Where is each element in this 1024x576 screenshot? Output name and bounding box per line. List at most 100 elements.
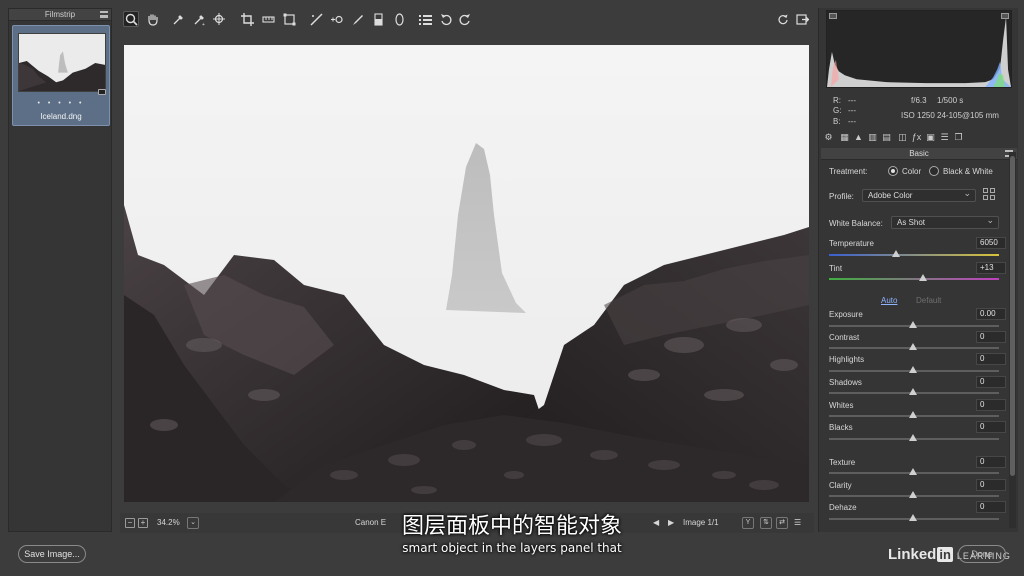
highlights-slider-knob[interactable] <box>909 366 917 373</box>
aperture: f/6.3 <box>911 96 927 105</box>
shadows-label: Shadows <box>829 378 862 387</box>
shadow-clipping-icon[interactable] <box>829 13 837 19</box>
b-label: B: <box>833 117 841 126</box>
adjustment-brush-icon[interactable] <box>349 11 365 27</box>
scrollbar-thumb[interactable] <box>1010 156 1015 476</box>
straighten-icon[interactable] <box>260 11 276 27</box>
presets-tab-icon[interactable]: ☰ <box>939 132 950 143</box>
shutter-speed: 1/500 s <box>937 96 964 105</box>
hsl-tab-icon[interactable]: ▥ <box>867 132 878 143</box>
temperature-slider-knob[interactable] <box>892 250 900 257</box>
temperature-value[interactable]: 6050 <box>976 237 1006 249</box>
blacks-value[interactable]: 0 <box>976 421 1006 433</box>
contrast-value[interactable]: 0 <box>976 331 1006 343</box>
tone-curve-tab-icon[interactable]: ▦ <box>839 132 850 143</box>
exposure-slider-knob[interactable] <box>909 321 917 328</box>
clarity-slider-knob[interactable] <box>909 491 917 498</box>
auto-link[interactable]: Auto <box>881 296 897 305</box>
treatment-bw-label: Black & White <box>943 167 993 176</box>
exposure-value[interactable]: 0.00 <box>976 308 1006 320</box>
tint-value[interactable]: +13 <box>976 262 1006 274</box>
shadows-value[interactable]: 0 <box>976 376 1006 388</box>
default-link[interactable]: Default <box>916 296 941 305</box>
presets-list-icon[interactable] <box>417 11 433 27</box>
blacks-slider-knob[interactable] <box>909 434 917 441</box>
radial-filter-icon[interactable] <box>391 11 407 27</box>
contrast-label: Contrast <box>829 333 860 342</box>
texture-value[interactable]: 0 <box>976 456 1006 468</box>
lens-corrections-tab-icon[interactable]: ◫ <box>897 132 908 143</box>
rating-dots[interactable]: • • • • • <box>13 100 109 107</box>
profile-label: Profile: <box>829 192 854 201</box>
shadows-slider-knob[interactable] <box>909 388 917 395</box>
r-label: R: <box>833 96 841 105</box>
highlight-clipping-icon[interactable] <box>1001 13 1009 19</box>
lens-info: 24-105@105 mm <box>937 111 999 120</box>
split-toning-tab-icon[interactable]: ▤ <box>881 132 892 143</box>
image-preview-area[interactable] <box>120 42 814 508</box>
color-sampler-icon[interactable]: + <box>191 11 207 27</box>
adjusted-badge-icon <box>98 89 106 95</box>
whites-label: Whites <box>829 401 854 410</box>
snapshots-tab-icon[interactable]: ❐ <box>953 132 964 143</box>
whites-slider-knob[interactable] <box>909 411 917 418</box>
panel-scrollbar[interactable] <box>1009 152 1016 528</box>
clarity-value[interactable]: 0 <box>976 479 1006 491</box>
filmstrip-panel: Filmstrip • • • • • Iceland.dng <box>8 8 112 532</box>
temperature-slider-track[interactable] <box>829 254 999 256</box>
thumbnail-filename: Iceland.dng <box>40 112 82 121</box>
sync-icon[interactable] <box>774 11 790 27</box>
highlights-value[interactable]: 0 <box>976 353 1006 365</box>
treatment-color-label: Color <box>902 167 922 176</box>
treatment-label: Treatment: <box>829 167 868 176</box>
profile-select[interactable]: Adobe Color <box>862 188 976 202</box>
white-balance-icon[interactable] <box>170 11 186 27</box>
b-value: --- <box>848 117 856 126</box>
filmstrip-thumbnail[interactable]: • • • • • Iceland.dng <box>12 25 110 126</box>
svg-text:+: + <box>202 22 205 26</box>
basic-tab-icon[interactable]: ⚙ <box>823 132 834 143</box>
detail-tab-icon[interactable]: ▲ <box>853 132 864 143</box>
spot-removal-icon[interactable] <box>308 11 324 27</box>
rotate-ccw-icon[interactable] <box>438 11 454 27</box>
calibration-tab-icon[interactable]: ▣ <box>925 132 936 143</box>
hand-icon[interactable] <box>144 11 160 27</box>
g-value: --- <box>848 106 856 115</box>
subtitle-chinese: 图层面板中的智能对象 <box>401 514 622 539</box>
graduated-filter-icon[interactable] <box>370 11 386 27</box>
targeted-adjustment-icon[interactable] <box>211 11 227 27</box>
panel-tabs: ⚙ ▦ ▲ ▥ ▤ ◫ ƒx ▣ ☰ ❐ <box>821 130 1017 146</box>
whites-value[interactable]: 0 <box>976 399 1006 411</box>
texture-label: Texture <box>829 458 856 467</box>
filmstrip-header: Filmstrip <box>9 9 111 21</box>
exposure-label: Exposure <box>829 310 863 319</box>
effects-tab-icon[interactable]: ƒx <box>911 132 922 143</box>
tint-label: Tint <box>829 264 843 273</box>
white-balance-label: White Balance: <box>829 219 883 228</box>
preview-photo <box>124 45 809 502</box>
zoom-icon[interactable] <box>123 11 139 27</box>
toolbar: + <box>120 8 814 30</box>
treatment-color-radio[interactable] <box>888 166 898 176</box>
tint-slider-track[interactable] <box>829 278 999 280</box>
crop-icon[interactable] <box>239 11 255 27</box>
filmstrip-menu-icon[interactable] <box>100 11 108 18</box>
histogram <box>826 10 1012 88</box>
export-icon[interactable] <box>794 11 810 27</box>
r-value: --- <box>848 96 856 105</box>
panel-title: Basic <box>909 149 929 158</box>
transform-icon[interactable] <box>281 11 297 27</box>
rotate-cw-icon[interactable] <box>456 11 472 27</box>
tint-slider-knob[interactable] <box>919 274 927 281</box>
iso: ISO 1250 <box>901 111 935 120</box>
temperature-label: Temperature <box>829 239 874 248</box>
treatment-bw-radio[interactable] <box>929 166 939 176</box>
contrast-slider-knob[interactable] <box>909 343 917 350</box>
basic-panel-header: Basic <box>821 148 1017 160</box>
clarity-label: Clarity <box>829 481 852 490</box>
pixel-readout: R: --- G: --- B: --- f/6.3 1/500 s ISO 1… <box>826 92 1012 132</box>
white-balance-select[interactable]: As Shot <box>891 215 999 229</box>
red-eye-icon[interactable] <box>329 11 345 27</box>
texture-slider-knob[interactable] <box>909 468 917 475</box>
profile-browser-icon[interactable] <box>983 188 997 202</box>
